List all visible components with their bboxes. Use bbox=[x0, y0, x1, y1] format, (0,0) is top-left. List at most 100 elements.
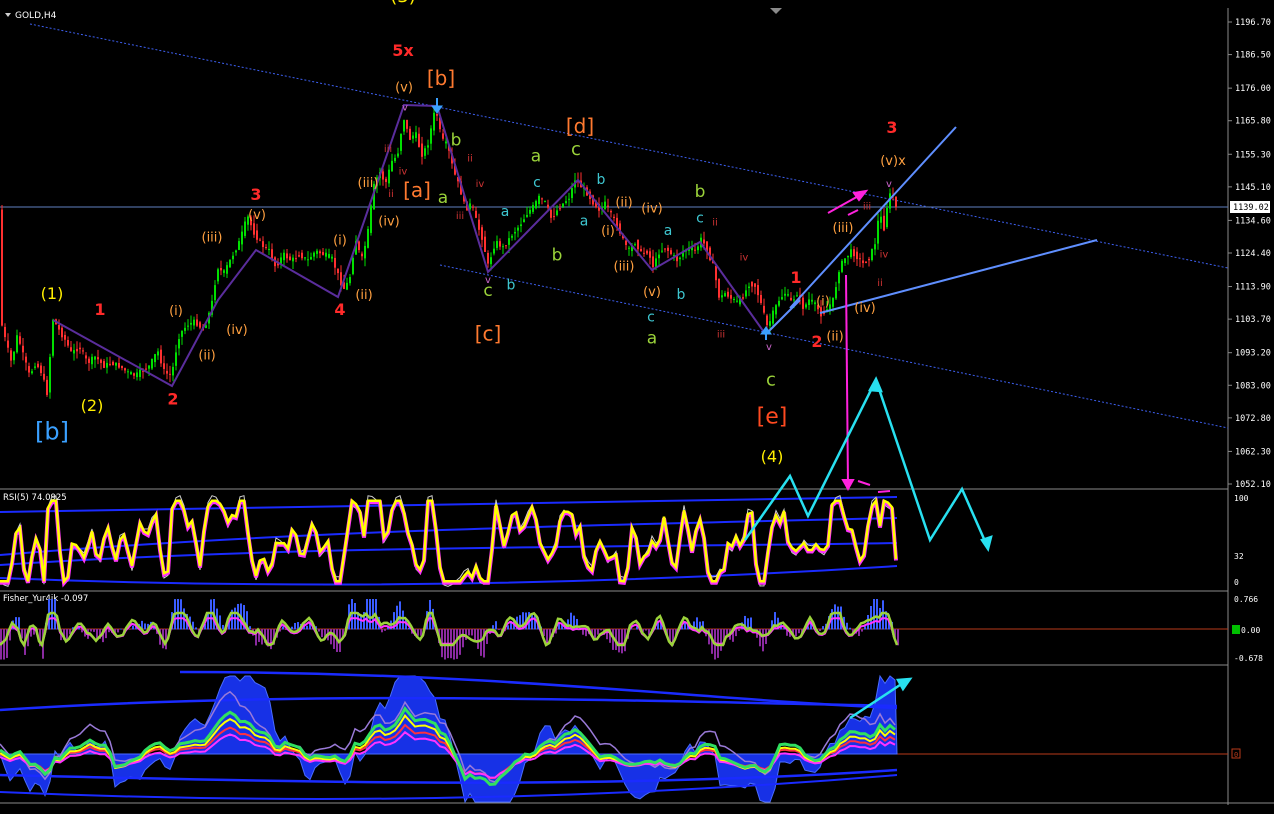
candle-body bbox=[328, 253, 330, 258]
candle-body bbox=[664, 248, 666, 250]
candle-body bbox=[442, 133, 444, 139]
candle-body bbox=[511, 235, 513, 238]
candle-body bbox=[778, 300, 780, 306]
candle-body bbox=[523, 219, 525, 223]
rsi-level-0: 0 bbox=[1234, 578, 1239, 587]
candle-body bbox=[841, 260, 843, 272]
candle-body bbox=[136, 372, 138, 378]
wave-label: [b] bbox=[35, 418, 69, 446]
wave-label: ii bbox=[712, 218, 718, 229]
wave-label: a bbox=[664, 223, 673, 239]
candle-body bbox=[694, 249, 696, 251]
wave-label: (4) bbox=[761, 447, 784, 466]
candle-body bbox=[256, 230, 258, 240]
wave-label: 1 bbox=[94, 300, 105, 319]
candle-body bbox=[766, 315, 768, 326]
wave-label: v bbox=[766, 342, 772, 353]
candle-body bbox=[550, 209, 552, 218]
fisher-level-top: 0.766 bbox=[1234, 595, 1258, 604]
fisher-bar bbox=[594, 629, 596, 639]
candle-body bbox=[37, 363, 39, 368]
candle-body bbox=[1, 209, 3, 326]
candle-body bbox=[109, 363, 111, 365]
wave-label: b bbox=[507, 277, 516, 293]
fisher-bar bbox=[420, 629, 422, 636]
candle-body bbox=[145, 368, 147, 370]
candle-body bbox=[478, 219, 480, 230]
wave-label: iii bbox=[456, 211, 464, 222]
candle-body bbox=[784, 293, 786, 296]
candle-body bbox=[40, 365, 42, 374]
candle-body bbox=[337, 268, 339, 274]
fisher-bar bbox=[321, 629, 323, 638]
candle-body bbox=[265, 247, 267, 249]
candle-body bbox=[301, 252, 303, 259]
candle-body bbox=[490, 257, 492, 265]
candle-body bbox=[220, 268, 222, 271]
candle-body bbox=[862, 260, 864, 263]
candle-body bbox=[112, 361, 114, 366]
wave-label: 3 bbox=[886, 118, 897, 137]
fisher-bar bbox=[330, 629, 332, 645]
candle-body bbox=[880, 216, 882, 223]
candle-body bbox=[754, 283, 756, 287]
fisher-bar bbox=[507, 625, 509, 630]
price-tick-label: 1155.30 bbox=[1235, 150, 1271, 160]
candle-body bbox=[445, 141, 447, 144]
candle-body bbox=[16, 335, 18, 353]
candle-body bbox=[745, 290, 747, 297]
candle-body bbox=[835, 287, 837, 299]
candle-body bbox=[13, 351, 15, 361]
candle-body bbox=[133, 373, 135, 376]
candle-body bbox=[196, 319, 198, 326]
candle-body bbox=[607, 205, 609, 207]
price-tick-label: 1186.50 bbox=[1235, 51, 1271, 61]
candle-body bbox=[34, 366, 36, 368]
candle-body bbox=[625, 240, 627, 245]
fisher-level-zero: 0.00 bbox=[1241, 626, 1260, 635]
price-tick-label: 1113.90 bbox=[1235, 283, 1271, 293]
candle-body bbox=[391, 160, 393, 172]
fisher-bar bbox=[354, 602, 356, 630]
candle-body bbox=[733, 298, 735, 300]
wave-label: (iv) bbox=[226, 323, 247, 338]
candle-body bbox=[871, 248, 873, 261]
candle-body bbox=[433, 112, 435, 131]
candle-body bbox=[154, 354, 156, 363]
candle-body bbox=[808, 299, 810, 305]
candle-body bbox=[253, 223, 255, 235]
candle-body bbox=[844, 258, 846, 264]
fisher-bar bbox=[726, 629, 728, 635]
candle-body bbox=[244, 221, 246, 236]
candle-body bbox=[91, 356, 93, 365]
candle-body bbox=[505, 245, 507, 247]
fisher-bar bbox=[291, 626, 293, 630]
fisher-bar bbox=[132, 625, 134, 630]
candle-body bbox=[610, 211, 612, 213]
candle-body bbox=[643, 252, 645, 254]
main-chart-svg: GOLD,H4 1196.70 1186.50 1176.00 1165.80 1155… bbox=[0, 0, 1274, 810]
wave-label: (i) bbox=[816, 294, 830, 309]
wave-label: (v) bbox=[643, 285, 661, 300]
fisher-bar bbox=[867, 614, 869, 630]
price-tick-label: 1196.70 bbox=[1235, 18, 1271, 28]
candle-body bbox=[199, 322, 201, 328]
wave-label: c bbox=[766, 369, 776, 390]
fisher-bar bbox=[822, 626, 824, 630]
candle-body bbox=[757, 285, 759, 296]
candle-body bbox=[475, 210, 477, 218]
fisher-bar bbox=[222, 624, 224, 630]
wave-label: b bbox=[677, 287, 686, 303]
wave-label: (iv) bbox=[378, 215, 399, 230]
price-tick-label: 1062.30 bbox=[1235, 447, 1271, 457]
candle-body bbox=[106, 362, 108, 368]
candle-body bbox=[151, 358, 153, 369]
candle-body bbox=[289, 256, 291, 261]
candle-body bbox=[382, 171, 384, 180]
wave-label: 1 bbox=[790, 268, 801, 287]
candle-body bbox=[160, 349, 162, 364]
candle-body bbox=[508, 238, 510, 245]
fisher-bar bbox=[582, 629, 584, 635]
fisher-bar bbox=[618, 629, 620, 653]
wave-label: iii bbox=[384, 144, 392, 155]
